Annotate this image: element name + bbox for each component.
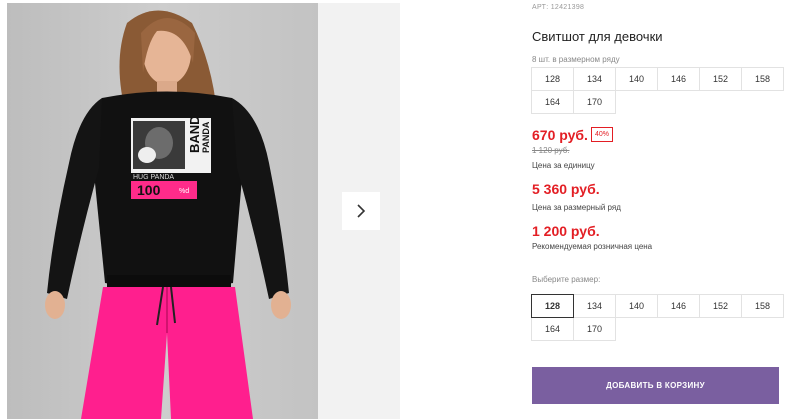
size-row-item: 164 bbox=[531, 90, 574, 114]
choose-size-label: Выберите размер: bbox=[532, 275, 601, 284]
print-hug-text: HUG PANDA bbox=[133, 174, 174, 181]
size-option[interactable]: 164 bbox=[531, 317, 574, 341]
size-option[interactable]: 146 bbox=[657, 294, 700, 318]
unit-price: 670 руб. bbox=[532, 127, 588, 143]
size-selector: 128 134 140 146 152 158 164 170 bbox=[531, 294, 784, 341]
next-image-button[interactable] bbox=[342, 192, 380, 230]
size-option[interactable]: 140 bbox=[615, 294, 658, 318]
size-row-label: 8 шт. в размерном ряду bbox=[532, 55, 620, 64]
product-photo[interactable]: BAND PANDA HUG PANDA 100 %d bbox=[7, 3, 318, 419]
row-price: 5 360 руб. bbox=[532, 181, 600, 197]
sku-label: АРТ: 12421398 bbox=[532, 4, 585, 11]
size-option[interactable]: 134 bbox=[573, 294, 616, 318]
product-info: АРТ: 12421398 Свитшот для девочки 8 шт. … bbox=[531, 0, 800, 419]
print-panda-text: PANDA bbox=[201, 121, 211, 153]
print-suffix-text: %d bbox=[179, 188, 189, 195]
add-to-cart-button[interactable]: ДОБАВИТЬ В КОРЗИНУ bbox=[532, 367, 779, 404]
size-row-item: 146 bbox=[657, 67, 700, 91]
chevron-right-icon bbox=[357, 204, 366, 218]
product-gallery: BAND PANDA HUG PANDA 100 %d bbox=[0, 0, 400, 419]
retail-price: 1 200 руб. bbox=[532, 223, 600, 239]
size-option[interactable]: 152 bbox=[699, 294, 742, 318]
size-option[interactable]: 158 bbox=[741, 294, 784, 318]
print-number-text: 100 bbox=[137, 182, 161, 198]
size-row-grid: 128 134 140 146 152 158 164 170 bbox=[531, 67, 784, 114]
size-row-item: 170 bbox=[573, 90, 616, 114]
size-row-item: 134 bbox=[573, 67, 616, 91]
product-photo-illustration: BAND PANDA HUG PANDA 100 %d bbox=[7, 3, 318, 419]
size-row-item: 140 bbox=[615, 67, 658, 91]
product-title: Свитшот для девочки bbox=[532, 29, 663, 44]
old-price: 1 120 руб. bbox=[532, 146, 570, 155]
discount-badge: 40% bbox=[591, 127, 614, 142]
size-option[interactable]: 170 bbox=[573, 317, 616, 341]
size-row-item: 128 bbox=[531, 67, 574, 91]
size-row-item: 152 bbox=[699, 67, 742, 91]
print-band-text: BAND bbox=[187, 115, 202, 153]
row-price-caption: Цена за размерный ряд bbox=[532, 203, 621, 212]
retail-price-caption: Рекомендуемая розничная цена bbox=[532, 242, 653, 251]
size-row-item: 158 bbox=[741, 67, 784, 91]
unit-price-caption: Цена за единицу bbox=[532, 161, 595, 170]
size-option-selected[interactable]: 128 bbox=[531, 294, 574, 318]
